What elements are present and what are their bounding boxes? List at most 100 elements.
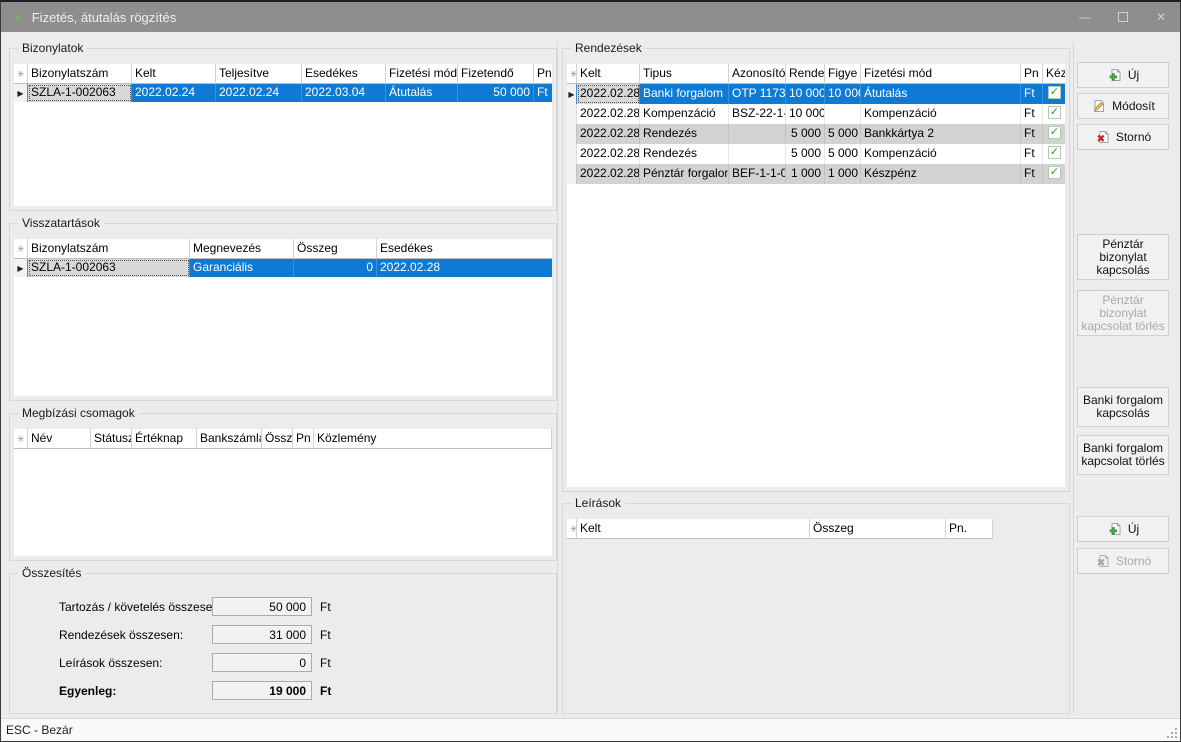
table-row[interactable]: ▶ SZLA-1-002063 2022.02.24 2022.02.24 20… [14, 84, 552, 102]
maximize-button[interactable] [1104, 2, 1142, 32]
column-header-esedekes[interactable]: Esedékes [302, 64, 386, 84]
cell-pn[interactable]: Ft [1021, 104, 1043, 124]
column-header-kelt[interactable]: Kelt [577, 519, 810, 539]
cell-azonosito[interactable] [729, 124, 786, 144]
cell-figye[interactable]: 5 000 [825, 144, 861, 164]
column-header-pn[interactable]: Pn [293, 429, 314, 449]
column-header-bizonylatszam[interactable]: Bizonylatszám [28, 64, 132, 84]
cell-pn[interactable]: Ft [1021, 84, 1043, 104]
storno-button[interactable]: Stornó [1077, 124, 1169, 150]
cell-bizonylatszam[interactable]: SZLA-1-002063 [28, 259, 190, 277]
cell-pn[interactable]: Ft [1021, 124, 1043, 144]
cell-fizetesi-mod[interactable]: Átutalás [386, 84, 458, 102]
column-header-esedekes[interactable]: Esedékes [377, 239, 552, 259]
uj-button[interactable]: Új [1077, 62, 1169, 88]
cell-azonosito[interactable]: BEF-1-1-00 [729, 164, 786, 184]
column-header-erteknap[interactable]: Értéknap [132, 429, 197, 449]
cell-kelt[interactable]: 2022.02.28 [577, 104, 640, 124]
column-header-statusz[interactable]: Státusz [91, 429, 132, 449]
cell-osszeg[interactable]: 0 [294, 259, 377, 277]
grid-rendezesek[interactable]: ✳ Kelt Tipus Azonosító Rende: Figye Fize… [567, 64, 1065, 487]
column-header-megnevezes[interactable]: Megnevezés [190, 239, 294, 259]
cell-rende[interactable]: 5 000 [786, 144, 825, 164]
cell-pn[interactable]: Ft [534, 84, 552, 102]
penztar-bizonylat-kapcsolat-torles-button[interactable]: Pénztár bizonylat kapcsolat törlés [1077, 290, 1169, 336]
cell-fizetesi-mod[interactable]: Kompenzáció [861, 144, 1021, 164]
cell-tipus[interactable]: Rendezés [640, 144, 729, 164]
table-row[interactable]: ▶ 2022.02.28 Banki forgalom OTP 117350 1… [567, 84, 1065, 104]
cell-tipus[interactable]: Rendezés [640, 124, 729, 144]
cell-figye[interactable]: 5 000 [825, 124, 861, 144]
cell-bizonylatszam[interactable]: SZLA-1-002063 [28, 84, 132, 102]
cell-tipus[interactable]: Kompenzáció [640, 104, 729, 124]
banki-forgalom-kapcsolas-button[interactable]: Banki forgalom kapcsolás [1077, 387, 1169, 427]
column-header-fizetendo[interactable]: Fizetendő [458, 64, 534, 84]
titlebar[interactable]: ✳ Fizetés, átutalás rögzítés — ✕ [1, 2, 1180, 32]
grid-leirasok[interactable]: ✳ Kelt Összeg Pn. [567, 519, 1065, 709]
cell-rende[interactable]: 10 000 [786, 84, 825, 104]
cell-azonosito[interactable]: BSZ-22-1-00 [729, 104, 786, 124]
column-header-bizonylatszam[interactable]: Bizonylatszám [28, 239, 190, 259]
column-header-figye[interactable]: Figye [825, 64, 861, 84]
cell-fizetesi-mod[interactable]: Átutalás [861, 84, 1021, 104]
leirasok-uj-button[interactable]: Új [1077, 516, 1169, 542]
checkbox-checked[interactable]: ✓ [1048, 146, 1061, 159]
column-header-osszeg[interactable]: Összeg [294, 239, 377, 259]
column-header-azonosito[interactable]: Azonosító [729, 64, 786, 84]
column-header-pn[interactable]: Pn [1021, 64, 1043, 84]
column-header-kelt[interactable]: Kelt [577, 64, 640, 84]
table-row[interactable]: 2022.02.28 Pénztár forgalom BEF-1-1-00 1… [567, 164, 1065, 184]
cell-figye[interactable]: 10 000 [825, 84, 861, 104]
cell-teljesitve[interactable]: 2022.02.24 [216, 84, 302, 102]
cell-esedekes[interactable]: 2022.03.04 [302, 84, 386, 102]
grid-visszatartasok[interactable]: ✳ Bizonylatszám Megnevezés Összeg Esedék… [14, 239, 552, 396]
cell-kelt[interactable]: 2022.02.28 [577, 164, 640, 184]
vertical-splitter-left[interactable] [557, 42, 558, 713]
close-button[interactable]: ✕ [1142, 2, 1180, 32]
column-header-osszeg[interactable]: Össze [262, 429, 293, 449]
minimize-button[interactable]: — [1066, 2, 1104, 32]
resize-grip[interactable] [1165, 726, 1177, 738]
table-row[interactable]: ▶ SZLA-1-002063 Garanciális 0 2022.02.28 [14, 259, 552, 277]
cell-fizetendo[interactable]: 50 000 [458, 84, 534, 102]
column-header-teljesitve[interactable]: Teljesítve [216, 64, 302, 84]
table-row[interactable]: 2022.02.28 Rendezés 5 000 5 000 Bankkárt… [567, 124, 1065, 144]
cell-rende[interactable]: 1 000 [786, 164, 825, 184]
column-header-tipus[interactable]: Tipus [640, 64, 729, 84]
penztar-bizonylat-kapcsolas-button[interactable]: Pénztár bizonylat kapcsolás [1077, 234, 1169, 280]
cell-tipus[interactable]: Banki forgalom [640, 84, 729, 104]
modosit-button[interactable]: Módosít [1077, 93, 1169, 119]
column-header-bankszamla[interactable]: Bankszámla [197, 429, 262, 449]
column-header-pn[interactable]: Pn. [946, 519, 993, 539]
grid-megbizasi[interactable]: ✳ Név Státusz Értéknap Bankszámla Össze … [14, 429, 552, 556]
column-header-fizetesi-mod[interactable]: Fizetési mód [386, 64, 458, 84]
checkbox-checked[interactable]: ✓ [1048, 106, 1061, 119]
column-header-kozlemeny[interactable]: Közlemény [314, 429, 552, 449]
checkbox-checked[interactable]: ✓ [1048, 86, 1061, 99]
column-header-nev[interactable]: Név [28, 429, 91, 449]
cell-azonosito[interactable] [729, 144, 786, 164]
column-header-rende[interactable]: Rende: [786, 64, 825, 84]
column-header-fizetesi-mod[interactable]: Fizetési mód [861, 64, 1021, 84]
cell-pn[interactable]: Ft [1021, 164, 1043, 184]
cell-fizetesi-mod[interactable]: Készpénz [861, 164, 1021, 184]
cell-fizetesi-mod[interactable]: Kompenzáció [861, 104, 1021, 124]
cell-azonosito[interactable]: OTP 117350 [729, 84, 786, 104]
leirasok-storno-button[interactable]: Stornó [1077, 548, 1169, 574]
cell-kelt[interactable]: 2022.02.28 [577, 144, 640, 164]
checkbox-checked[interactable]: ✓ [1048, 166, 1061, 179]
vertical-splitter-right[interactable] [1073, 42, 1074, 713]
cell-tipus[interactable]: Pénztár forgalom [640, 164, 729, 184]
table-row[interactable]: 2022.02.28 Kompenzáció BSZ-22-1-00 10 00… [567, 104, 1065, 124]
column-header-kelt[interactable]: Kelt [132, 64, 216, 84]
cell-kelt[interactable]: 2022.02.28 [577, 124, 640, 144]
column-header-pn[interactable]: Pn [534, 64, 552, 84]
cell-kelt[interactable]: 2022.02.28 [577, 84, 640, 104]
column-header-osszeg[interactable]: Összeg [810, 519, 946, 539]
cell-fizetesi-mod[interactable]: Bankkártya 2 [861, 124, 1021, 144]
table-row[interactable]: 2022.02.28 Rendezés 5 000 5 000 Kompenzá… [567, 144, 1065, 164]
cell-kelt[interactable]: 2022.02.24 [132, 84, 216, 102]
cell-megnevezes[interactable]: Garanciális [190, 259, 294, 277]
banki-forgalom-kapcsolat-torles-button[interactable]: Banki forgalom kapcsolat törlés [1077, 435, 1169, 475]
column-header-kezi[interactable]: Kézi [1043, 64, 1065, 84]
